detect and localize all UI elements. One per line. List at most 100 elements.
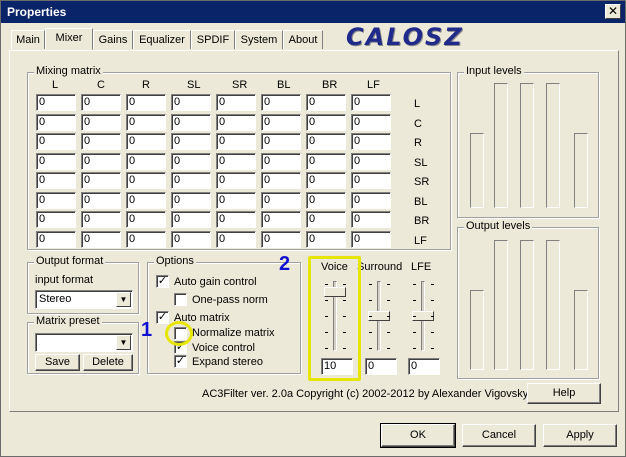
matrix-cell-input[interactable]: 0: [126, 133, 166, 150]
tab-equalizer[interactable]: Equalizer: [133, 30, 191, 49]
matrix-cell-input[interactable]: 0: [306, 230, 346, 248]
tab-main[interactable]: Main: [11, 30, 45, 49]
matrix-cell-input[interactable]: 0: [36, 191, 76, 209]
expand-stereo-checkbox[interactable]: ✓: [174, 355, 187, 368]
matrix-cell-input[interactable]: 0: [261, 211, 301, 228]
matrix-cell-input[interactable]: 0: [126, 113, 166, 131]
matrix-cell-input[interactable]: 0: [81, 211, 121, 228]
matrix-cell-input[interactable]: 0: [81, 191, 121, 209]
matrix-cell-input[interactable]: 0: [171, 211, 211, 228]
matrix-cell-input[interactable]: 0: [216, 133, 256, 150]
matrix-cell-input[interactable]: 0: [306, 133, 346, 150]
matrix-cell-input[interactable]: 0: [171, 133, 211, 150]
matrix-cell-input[interactable]: 0: [126, 211, 166, 228]
auto-gain-control-checkbox[interactable]: ✓: [156, 275, 169, 288]
matrix-cell-input[interactable]: 0: [306, 152, 346, 170]
matrix-cell-input[interactable]: 0: [36, 230, 76, 248]
slider-tick: [369, 300, 372, 301]
matrix-cell-input[interactable]: 0: [36, 94, 76, 111]
output-level-meter: [546, 240, 560, 370]
slider-tick: [369, 284, 372, 285]
matrix-cell-input[interactable]: 0: [126, 152, 166, 170]
matrix-cell-input[interactable]: 0: [261, 94, 301, 111]
matrix-cell-input[interactable]: 0: [171, 94, 211, 111]
matrix-cell-input[interactable]: 0: [126, 230, 166, 248]
slider-tick: [413, 300, 416, 301]
matrix-cell-input[interactable]: 0: [216, 191, 256, 209]
tab-system[interactable]: System: [235, 30, 283, 49]
matrix-cell-input[interactable]: 0: [81, 133, 121, 150]
matrix-cell-input[interactable]: 0: [351, 152, 391, 170]
output-level-meter: [470, 290, 484, 370]
matrix-cell-input[interactable]: 0: [261, 230, 301, 248]
matrix-cell-input[interactable]: 0: [216, 152, 256, 170]
matrix-cell-input[interactable]: 0: [36, 211, 76, 228]
tab-mixer[interactable]: Mixer: [45, 28, 93, 50]
matrix-cell-input[interactable]: 0: [306, 94, 346, 111]
matrix-cell-input[interactable]: 0: [216, 94, 256, 111]
matrix-cell-input[interactable]: 0: [81, 172, 121, 189]
close-button[interactable]: ✕: [605, 4, 621, 19]
matrix-cell-input[interactable]: 0: [306, 191, 346, 209]
matrix-cell-input[interactable]: 0: [351, 211, 391, 228]
options-group: Options ✓ Auto gain control One-pass nor…: [147, 255, 301, 374]
matrix-cell-input[interactable]: 0: [36, 113, 76, 131]
matrix-cell-input[interactable]: 0: [261, 191, 301, 209]
matrix-cell-input[interactable]: 0: [81, 94, 121, 111]
tab-gains[interactable]: Gains: [93, 30, 133, 49]
matrix-cell-input[interactable]: 0: [171, 191, 211, 209]
matrix-cell-input[interactable]: 0: [171, 172, 211, 189]
matrix-cell-input[interactable]: 0: [36, 172, 76, 189]
matrix-cell-input[interactable]: 0: [216, 211, 256, 228]
save-preset-button[interactable]: Save: [35, 354, 80, 371]
matrix-cell-input[interactable]: 0: [351, 94, 391, 111]
matrix-cell-input[interactable]: 0: [171, 113, 211, 131]
one-pass-norm-checkbox[interactable]: [174, 293, 187, 306]
matrix-cell-input[interactable]: 0: [126, 94, 166, 111]
matrix-cell-input[interactable]: 0: [36, 152, 76, 170]
matrix-cell-input[interactable]: 0: [81, 113, 121, 131]
matrix-preset-select[interactable]: ▼: [35, 333, 133, 352]
matrix-cell-input[interactable]: 0: [171, 230, 211, 248]
auto-matrix-checkbox[interactable]: ✓: [156, 311, 169, 324]
matrix-cell-input[interactable]: 0: [306, 211, 346, 228]
chevron-down-icon[interactable]: ▼: [116, 335, 131, 350]
matrix-cell-input[interactable]: 0: [351, 172, 391, 189]
delete-preset-button[interactable]: Delete: [83, 354, 133, 371]
matrix-cell-input[interactable]: 0: [351, 191, 391, 209]
tab-spdif[interactable]: SPDIF: [191, 30, 235, 49]
matrix-cell-input[interactable]: 0: [216, 230, 256, 248]
apply-button[interactable]: Apply: [543, 424, 617, 447]
cancel-button[interactable]: Cancel: [462, 424, 536, 447]
chevron-down-icon[interactable]: ▼: [116, 292, 131, 307]
matrix-cell-input[interactable]: 0: [306, 113, 346, 131]
input-format-select[interactable]: Stereo ▼: [35, 290, 133, 309]
input-level-meter: [546, 83, 560, 208]
matrix-cell-input[interactable]: 0: [216, 113, 256, 131]
ok-button[interactable]: OK: [380, 423, 456, 448]
matrix-cell-input[interactable]: 0: [351, 113, 391, 131]
matrix-cell-input[interactable]: 0: [81, 152, 121, 170]
matrix-cell-input[interactable]: 0: [36, 133, 76, 150]
mixing-matrix-group: Mixing matrix L C R SL SR BL BR LF L C R SL SR BL BR L…: [27, 65, 451, 250]
matrix-cell-input[interactable]: 0: [171, 152, 211, 170]
matrix-cell-input[interactable]: 0: [261, 113, 301, 131]
matrix-cell-input[interactable]: 0: [261, 152, 301, 170]
surround-value-input[interactable]: 0: [365, 358, 397, 375]
matrix-cell-input[interactable]: 0: [351, 230, 391, 248]
matrix-column-header: C: [97, 79, 105, 91]
help-button[interactable]: Help: [527, 383, 601, 404]
lfe-value-input[interactable]: 0: [408, 358, 440, 375]
output-level-meter: [494, 240, 508, 370]
matrix-cell-input[interactable]: 0: [306, 172, 346, 189]
matrix-cell-input[interactable]: 0: [261, 133, 301, 150]
matrix-cell-input[interactable]: 0: [351, 133, 391, 150]
matrix-cell-input[interactable]: 0: [261, 172, 301, 189]
matrix-cell-input[interactable]: 0: [216, 172, 256, 189]
matrix-cell-input[interactable]: 0: [81, 230, 121, 248]
tab-about[interactable]: About: [283, 30, 323, 49]
matrix-cell-input[interactable]: 0: [126, 191, 166, 209]
matrix-cell-input[interactable]: 0: [126, 172, 166, 189]
matrix-column-header: SL: [187, 79, 201, 91]
expand-stereo-label: Expand stereo: [192, 356, 263, 368]
